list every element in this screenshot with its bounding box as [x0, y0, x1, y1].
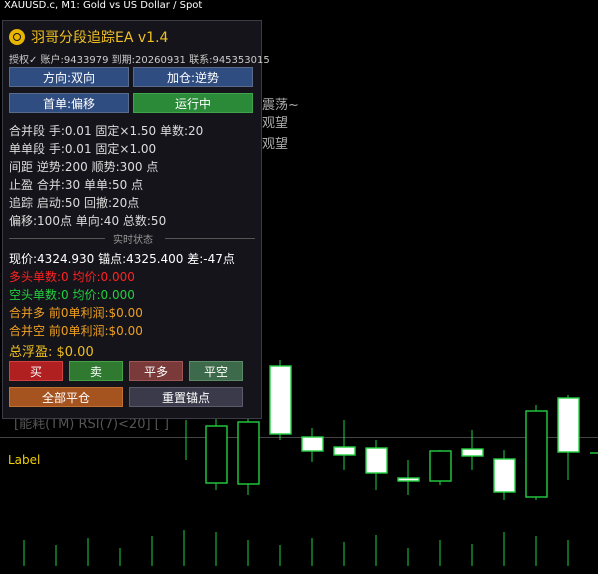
- total-float-profit: 总浮盈: $0.00: [9, 345, 94, 360]
- candle-body: [397, 477, 420, 482]
- candle-body: [557, 397, 580, 453]
- first-order-button[interactable]: 首单:偏移: [9, 93, 129, 113]
- single-section-line: 单单段 手:0.01 固定×1.00: [9, 142, 157, 156]
- candle-body: [333, 446, 356, 456]
- merge-long-line: 合并多 前0单利润:$0.00: [9, 306, 143, 320]
- merge-section-line: 合并段 手:0.01 固定×1.50 单数:20: [9, 124, 204, 138]
- trail-line: 追踪 启动:50 回撤:20点: [9, 196, 140, 210]
- price-line: 现价:4324.930 锚点:4325.400 差:-47点: [9, 252, 235, 266]
- candle-body: [205, 425, 228, 484]
- close-long-button[interactable]: 平多: [129, 361, 183, 381]
- short-count-line: 空头单数:0 均价:0.000: [9, 288, 135, 302]
- candle-body: [493, 458, 516, 493]
- add-mode-button[interactable]: 加仓:逆势: [133, 67, 253, 87]
- candle-body: [365, 447, 388, 474]
- ea-control-panel: 羽哥分段追踪EA v1.4 授权✓ 账户:9433979 到期:20260931…: [2, 20, 270, 419]
- account-info: 授权✓ 账户:9433979 到期:20260931 联系:945353015: [9, 55, 270, 66]
- long-count-line: 多头单数:0 均价:0.000: [9, 270, 135, 284]
- candle-body: [525, 410, 548, 498]
- spacing-line: 间距 逆势:200 顺势:300 点: [9, 160, 159, 174]
- panel-header: 羽哥分段追踪EA v1.4: [9, 26, 168, 48]
- divider-left: [9, 238, 105, 239]
- running-button[interactable]: 运行中: [133, 93, 253, 113]
- takeprofit-line: 止盈 合并:30 单单:50 点: [9, 178, 144, 192]
- panel-title: 羽哥分段追踪EA v1.4: [31, 30, 169, 46]
- direction-button[interactable]: 方向:双向: [9, 67, 129, 87]
- close-short-button[interactable]: 平空: [189, 361, 243, 381]
- target-logo-icon: [9, 29, 25, 45]
- candle-body: [461, 448, 484, 457]
- candle-body: [301, 436, 324, 452]
- merge-short-line: 合并空 前0单利润:$0.00: [9, 324, 143, 338]
- offset-line: 偏移:100点 单向:40 总数:50: [9, 214, 167, 228]
- realtime-status-label: 实时状态: [113, 235, 153, 246]
- candle-body: [237, 421, 260, 485]
- chart-label: Label: [8, 453, 41, 467]
- divider-right: [165, 238, 255, 239]
- candle-body: [269, 365, 292, 435]
- reset-anchor-button[interactable]: 重置锚点: [129, 387, 243, 407]
- close-all-button[interactable]: 全部平仓: [9, 387, 123, 407]
- candle-body: [429, 450, 452, 482]
- buy-button[interactable]: 买: [9, 361, 63, 381]
- sell-button[interactable]: 卖: [69, 361, 123, 381]
